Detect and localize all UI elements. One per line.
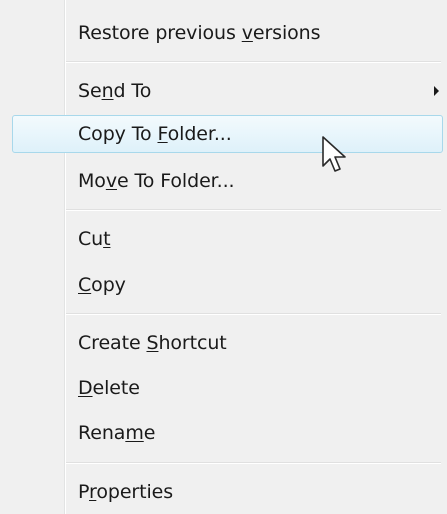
menu-item-label: Create Shortcut <box>78 332 227 354</box>
menu-item-send-to[interactable]: Send To <box>0 70 447 112</box>
menu-item-copy[interactable]: Copy <box>0 264 447 306</box>
submenu-arrow-icon <box>434 86 439 96</box>
menu-item-label: Copy <box>78 274 126 296</box>
menu-separator <box>66 462 441 464</box>
menu-item-rename[interactable]: Rename <box>0 412 447 454</box>
menu-item-cut[interactable]: Cut <box>0 218 447 260</box>
mouse-pointer-icon <box>322 136 346 172</box>
menu-item-restore-previous-versions[interactable]: Restore previous versions <box>0 12 447 54</box>
menu-item-label: Cut <box>78 228 111 250</box>
context-menu: Restore previous versions Send To Copy T… <box>0 0 447 514</box>
menu-item-label: Rename <box>78 422 156 444</box>
menu-item-label: Restore previous versions <box>78 22 321 44</box>
menu-item-label: Properties <box>78 481 174 503</box>
menu-item-properties[interactable]: Properties <box>0 471 447 513</box>
menu-item-label: Move To Folder... <box>78 170 235 192</box>
menu-separator <box>66 209 441 211</box>
menu-item-label: Send To <box>78 80 152 102</box>
menu-item-copy-to-folder[interactable]: Copy To Folder... <box>0 113 447 155</box>
menu-item-create-shortcut[interactable]: Create Shortcut <box>0 322 447 364</box>
menu-item-delete[interactable]: Delete <box>0 367 447 409</box>
menu-item-move-to-folder[interactable]: Move To Folder... <box>0 160 447 202</box>
menu-separator <box>66 61 441 63</box>
menu-separator <box>66 313 441 315</box>
menu-item-label: Delete <box>78 377 140 399</box>
menu-item-label: Copy To Folder... <box>78 123 232 145</box>
